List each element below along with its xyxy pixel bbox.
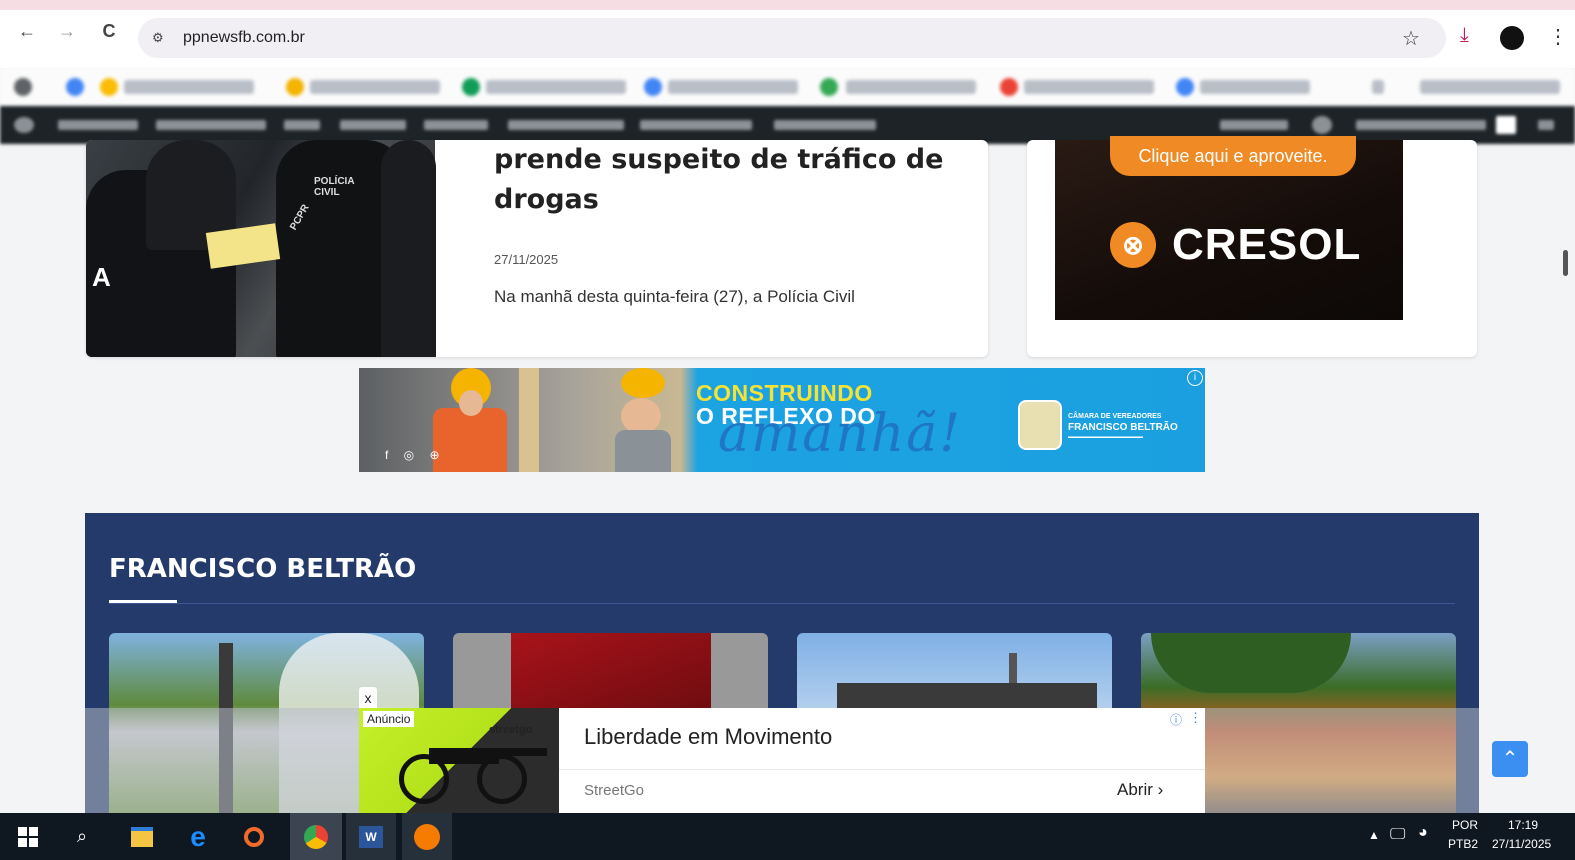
word-icon[interactable]: W bbox=[346, 813, 396, 860]
bookmark-item[interactable] bbox=[1200, 80, 1310, 94]
menu-kebab-icon[interactable]: ⋮ bbox=[1548, 24, 1568, 49]
tray-arrow-icon[interactable]: ▲ bbox=[1368, 828, 1380, 842]
image-text: A bbox=[92, 262, 111, 292]
profile-avatar[interactable] bbox=[1500, 26, 1524, 50]
bookmark-item[interactable] bbox=[310, 80, 440, 94]
edge-icon[interactable]: e bbox=[176, 813, 220, 860]
admin-bar-item[interactable] bbox=[508, 120, 624, 130]
forward-button[interactable]: → bbox=[56, 20, 78, 42]
all-bookmarks[interactable] bbox=[1420, 80, 1560, 94]
clock-date[interactable]: 27/11/2025 bbox=[1492, 837, 1551, 851]
chevron-up-icon: ⌃ bbox=[1501, 748, 1519, 770]
ad-open-button[interactable]: Abrir › bbox=[1117, 780, 1163, 800]
app-icon[interactable] bbox=[402, 813, 452, 860]
ad-brand: streetgo bbox=[489, 724, 533, 736]
bookmark-item[interactable] bbox=[124, 80, 254, 94]
bookmark-icon[interactable] bbox=[100, 78, 118, 96]
ad-open-label: Abrir bbox=[1117, 780, 1153, 799]
bookmark-item[interactable] bbox=[668, 80, 798, 94]
admin-bar-item[interactable] bbox=[340, 120, 406, 130]
bookmark-item[interactable] bbox=[1024, 80, 1154, 94]
admin-bar-item[interactable] bbox=[424, 120, 488, 130]
chevron-right-icon: › bbox=[1157, 780, 1164, 799]
bookmark-icon[interactable] bbox=[1176, 78, 1194, 96]
section-divider bbox=[109, 603, 1455, 604]
admin-bar-item[interactable] bbox=[640, 120, 752, 130]
ad-label: Anúncio bbox=[363, 711, 415, 727]
ad-advertiser: StreetGo bbox=[584, 782, 645, 799]
app-icon[interactable] bbox=[232, 813, 276, 860]
site-info-icon[interactable]: ⚙ bbox=[152, 30, 164, 46]
back-button[interactable]: ← bbox=[16, 20, 38, 42]
keyboard-layout[interactable]: PTB2 bbox=[1448, 837, 1478, 851]
reload-button[interactable]: C bbox=[98, 20, 120, 42]
bookmarks-bar bbox=[0, 68, 1575, 106]
bookmark-item[interactable] bbox=[486, 80, 626, 94]
cresol-logo-icon: ⊗ bbox=[1110, 222, 1156, 268]
admin-bar-item[interactable] bbox=[284, 120, 320, 130]
banner-org-big: FRANCISCO BELTRÃO bbox=[1068, 422, 1178, 433]
ad-close-button[interactable]: x bbox=[359, 687, 377, 709]
bookmark-icon[interactable] bbox=[820, 78, 838, 96]
ad-title[interactable]: Liberdade em Movimento bbox=[584, 724, 832, 750]
article-headline[interactable]: prende suspeito de tráfico de drogas bbox=[494, 140, 964, 220]
admin-bar-item[interactable] bbox=[1220, 120, 1288, 130]
banner-script: amanhã! bbox=[718, 404, 963, 464]
bookmark-icon[interactable] bbox=[644, 78, 662, 96]
cresol-cta-button[interactable]: Clique aqui e aproveite. bbox=[1110, 136, 1356, 176]
bookmark-icon[interactable] bbox=[286, 78, 304, 96]
lang-code[interactable]: POR bbox=[1452, 818, 1478, 832]
download-icon[interactable]: ⤓ bbox=[1460, 24, 1469, 47]
chrome-icon[interactable] bbox=[290, 813, 342, 860]
start-button[interactable] bbox=[8, 813, 48, 860]
admin-avatar[interactable] bbox=[1312, 116, 1332, 134]
bookmark-icon[interactable] bbox=[1000, 78, 1018, 96]
apps-icon[interactable] bbox=[14, 78, 32, 96]
url-text[interactable]: ppnewsfb.com.br bbox=[183, 29, 305, 47]
scrollbar-thumb[interactable] bbox=[1563, 250, 1568, 276]
back-to-top-button[interactable]: ⌃ bbox=[1492, 741, 1528, 777]
admin-bar-item[interactable] bbox=[774, 120, 876, 130]
address-bar[interactable] bbox=[138, 18, 1446, 58]
ad-separator bbox=[559, 769, 1205, 770]
admin-avatar[interactable] bbox=[1496, 116, 1516, 134]
bookmark-star-icon[interactable]: ☆ bbox=[1402, 26, 1420, 51]
bookmark-icon[interactable] bbox=[462, 78, 480, 96]
search-icon[interactable] bbox=[1538, 120, 1554, 130]
admin-bar-item[interactable] bbox=[1356, 120, 1486, 130]
chamber-seal-icon bbox=[1018, 400, 1062, 450]
article-date: 27/11/2025 bbox=[494, 252, 559, 267]
admin-bar-item[interactable] bbox=[156, 120, 266, 130]
banner-org-small: CÂMARA DE VEREADORES bbox=[1068, 413, 1162, 420]
ad-info-icon[interactable]: i bbox=[1187, 370, 1203, 386]
admin-bar-item[interactable] bbox=[58, 120, 138, 130]
section-underline bbox=[109, 600, 177, 603]
ad-menu-icon[interactable]: ⋮ bbox=[1189, 710, 1202, 726]
article-image[interactable]: POLÍCIA CIVIL PCPR A bbox=[86, 140, 436, 357]
network-icon[interactable]: 🖵 bbox=[1390, 826, 1405, 844]
clock-time[interactable]: 17:19 bbox=[1508, 818, 1538, 832]
bookmark-item[interactable] bbox=[846, 80, 976, 94]
wordpress-icon[interactable] bbox=[14, 117, 34, 133]
section-title[interactable]: FRANCISCO BELTRÃO bbox=[109, 554, 416, 584]
banner-org-tagline: ▬▬▬▬▬▬▬▬▬▬▬▬▬▬▬ bbox=[1068, 434, 1143, 440]
ad-info-icon[interactable]: ⓘ bbox=[1170, 711, 1182, 728]
article-excerpt: Na manhã desta quinta-feira (27), a Polí… bbox=[494, 287, 855, 306]
app-tray-icon[interactable]: ◕ bbox=[1418, 824, 1428, 842]
article-card[interactable]: POLÍCIA CIVIL PCPR A prende suspeito de t… bbox=[86, 140, 988, 357]
social-icons: f ◎ ⊕ bbox=[385, 448, 446, 462]
tab-strip bbox=[0, 0, 1575, 10]
windows-icon bbox=[18, 826, 38, 847]
bookmark-overflow[interactable] bbox=[1372, 80, 1384, 94]
file-explorer-icon[interactable] bbox=[120, 813, 164, 860]
cresol-brand: CRESOL bbox=[1172, 220, 1362, 269]
bookmark-icon[interactable] bbox=[66, 78, 84, 96]
search-icon[interactable]: ⌕ bbox=[62, 813, 102, 860]
